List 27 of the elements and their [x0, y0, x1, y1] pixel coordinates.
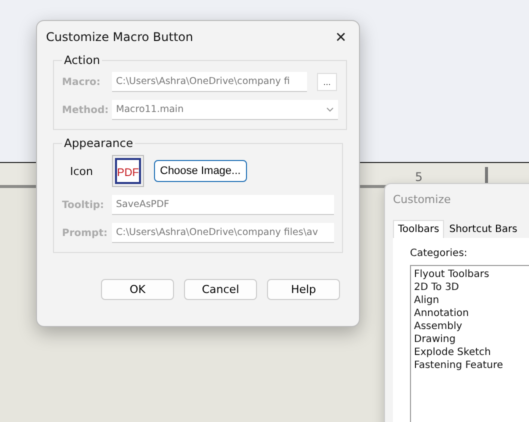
tab[interactable]: Toolbars — [393, 220, 444, 238]
choose-image-button[interactable]: Choose Image... — [154, 160, 247, 182]
list-item[interactable]: 2D To 3D — [414, 281, 529, 294]
group-title: Action — [63, 53, 102, 67]
field-label: Prompt: — [62, 228, 106, 238]
tab[interactable]: Shortcut Bars — [444, 220, 522, 238]
icon-label: Icon — [70, 164, 94, 178]
close-button[interactable]: ✕ — [331, 29, 351, 45]
field-label: Method: — [62, 104, 106, 116]
list-item[interactable]: Annotation — [414, 307, 529, 320]
list-item[interactable]: Drawing — [414, 333, 529, 346]
categories-label: Categories: — [410, 248, 468, 259]
list-item[interactable]: Flyout Toolbars — [414, 268, 529, 281]
dialog-button[interactable]: Cancel — [184, 279, 257, 300]
field-label: Tooltip: — [62, 200, 106, 210]
window-title: Customize — [392, 192, 452, 208]
dialog-button[interactable]: OK — [101, 279, 174, 300]
dialog-button[interactable]: Help — [267, 279, 340, 300]
ruler-label: 5 — [415, 169, 423, 184]
list-item[interactable]: Assembly — [414, 320, 529, 333]
list-item[interactable]: Explode Sketch — [414, 346, 529, 359]
field-label: Macro: — [62, 76, 102, 88]
chevron-icon — [326, 107, 334, 112]
group-title: Appearance — [63, 136, 134, 150]
window-title: Customize Macro Button — [46, 30, 194, 44]
list-item[interactable]: Fastening Feature — [414, 359, 529, 372]
list-item[interactable]: Align — [414, 294, 529, 307]
